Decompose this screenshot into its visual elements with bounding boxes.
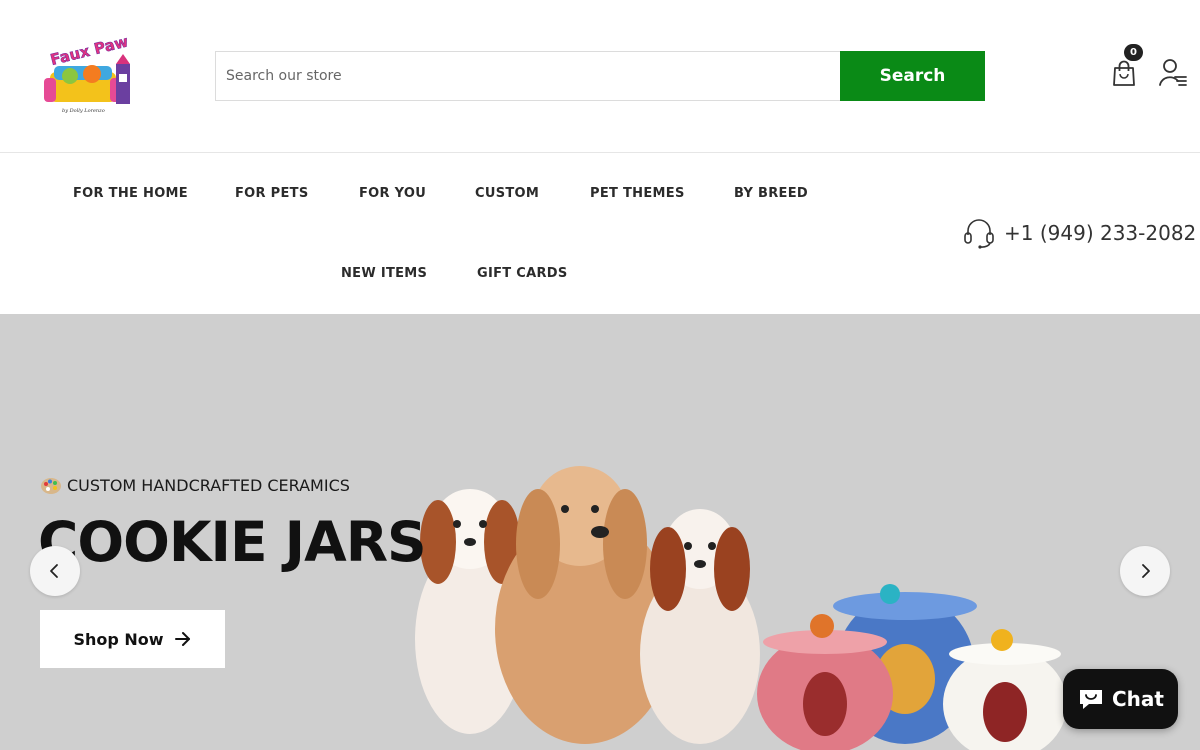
nav-item-pet-themes[interactable]: PET THEMES bbox=[590, 186, 685, 201]
shop-now-label: Shop Now bbox=[73, 629, 164, 649]
cookie-jar-white bbox=[943, 629, 1067, 750]
chat-bubble-icon bbox=[1080, 690, 1102, 709]
dog-illustration-right bbox=[640, 509, 760, 744]
headset-icon bbox=[964, 219, 994, 249]
nav-item-custom[interactable]: CUSTOM bbox=[475, 186, 539, 201]
nav-item-for-you[interactable]: FOR YOU bbox=[359, 186, 426, 201]
nav-item-for-pets[interactable]: FOR PETS bbox=[235, 186, 309, 201]
hero-slider: CUSTOM HANDCRAFTED CERAMICS COOKIE JARS … bbox=[0, 314, 1200, 750]
nav-item-for-the-home[interactable]: FOR THE HOME bbox=[73, 186, 188, 201]
chat-label: Chat bbox=[1112, 687, 1164, 711]
logo-signature: by Dolly Lorenzo bbox=[62, 108, 105, 114]
hero-product-image bbox=[415, 466, 1067, 750]
shopping-bag-icon[interactable] bbox=[1111, 58, 1137, 88]
nav-item-gift-cards[interactable]: GIFT CARDS bbox=[477, 266, 568, 281]
phone-link[interactable]: +1 (949) 233-2082 bbox=[962, 215, 1196, 251]
dog-illustration-middle bbox=[495, 466, 675, 744]
slider-prev-button[interactable] bbox=[30, 546, 80, 596]
phone-number: +1 (949) 233-2082 bbox=[1004, 221, 1197, 245]
chevron-right-icon bbox=[1142, 564, 1150, 578]
faux-paw-logo[interactable]: Faux Paw by Dolly Lorenzo bbox=[40, 36, 134, 116]
nav-item-by-breed[interactable]: BY BREED bbox=[734, 186, 808, 201]
hero-eyebrow-text: CUSTOM HANDCRAFTED CERAMICS bbox=[67, 476, 350, 495]
hero-eyebrow: CUSTOM HANDCRAFTED CERAMICS bbox=[40, 476, 350, 495]
cart-count-badge: 0 bbox=[1124, 44, 1143, 61]
palette-icon bbox=[41, 477, 61, 494]
search-button[interactable]: Search bbox=[840, 51, 985, 101]
hero-title: COOKIE JARS bbox=[38, 510, 427, 574]
chevron-left-icon bbox=[50, 564, 58, 578]
site-header: Faux Paw by Dolly Lorenzo Search 0 bbox=[0, 0, 1200, 153]
slider-next-button[interactable] bbox=[1120, 546, 1170, 596]
cookie-jar-pink bbox=[757, 614, 893, 750]
user-account-icon[interactable] bbox=[1158, 58, 1188, 88]
arrow-right-icon bbox=[174, 632, 190, 646]
search-bar: Search bbox=[215, 51, 985, 101]
search-input[interactable] bbox=[215, 51, 840, 101]
shop-now-button[interactable]: Shop Now bbox=[40, 610, 225, 668]
nav-item-new-items[interactable]: NEW ITEMS bbox=[341, 266, 427, 281]
chat-button[interactable]: Chat bbox=[1063, 669, 1178, 729]
